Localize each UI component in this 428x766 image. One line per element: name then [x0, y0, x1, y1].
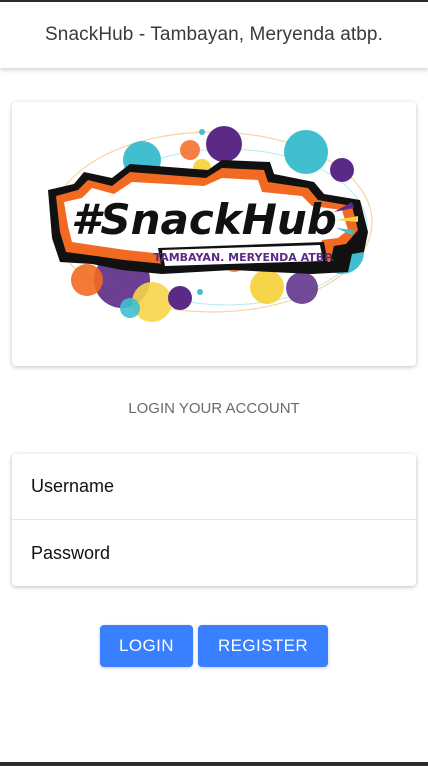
login-heading: LOGIN YOUR ACCOUNT — [128, 400, 300, 417]
logo-card: #SnackHub TAMBAYAN. MERYENDA ATBP. — [12, 102, 416, 366]
app-screen: SnackHub - Tambayan, Meryenda atbp. #Sna… — [0, 0, 428, 766]
password-row — [12, 520, 416, 586]
app-header: SnackHub - Tambayan, Meryenda atbp. — [0, 2, 428, 68]
logo-brand-text: #SnackHub — [71, 195, 337, 244]
username-input[interactable] — [31, 476, 391, 497]
snackhub-logo: #SnackHub TAMBAYAN. MERYENDA ATBP. — [48, 126, 373, 322]
register-button[interactable]: REGISTER — [198, 625, 328, 667]
password-input[interactable] — [31, 542, 391, 564]
login-form — [12, 454, 416, 586]
login-button[interactable]: LOGIN — [100, 625, 193, 667]
page-title: SnackHub - Tambayan, Meryenda atbp. — [45, 24, 383, 45]
username-row — [12, 454, 416, 520]
logo-tagline: TAMBAYAN. MERYENDA ATBP. — [154, 251, 335, 264]
